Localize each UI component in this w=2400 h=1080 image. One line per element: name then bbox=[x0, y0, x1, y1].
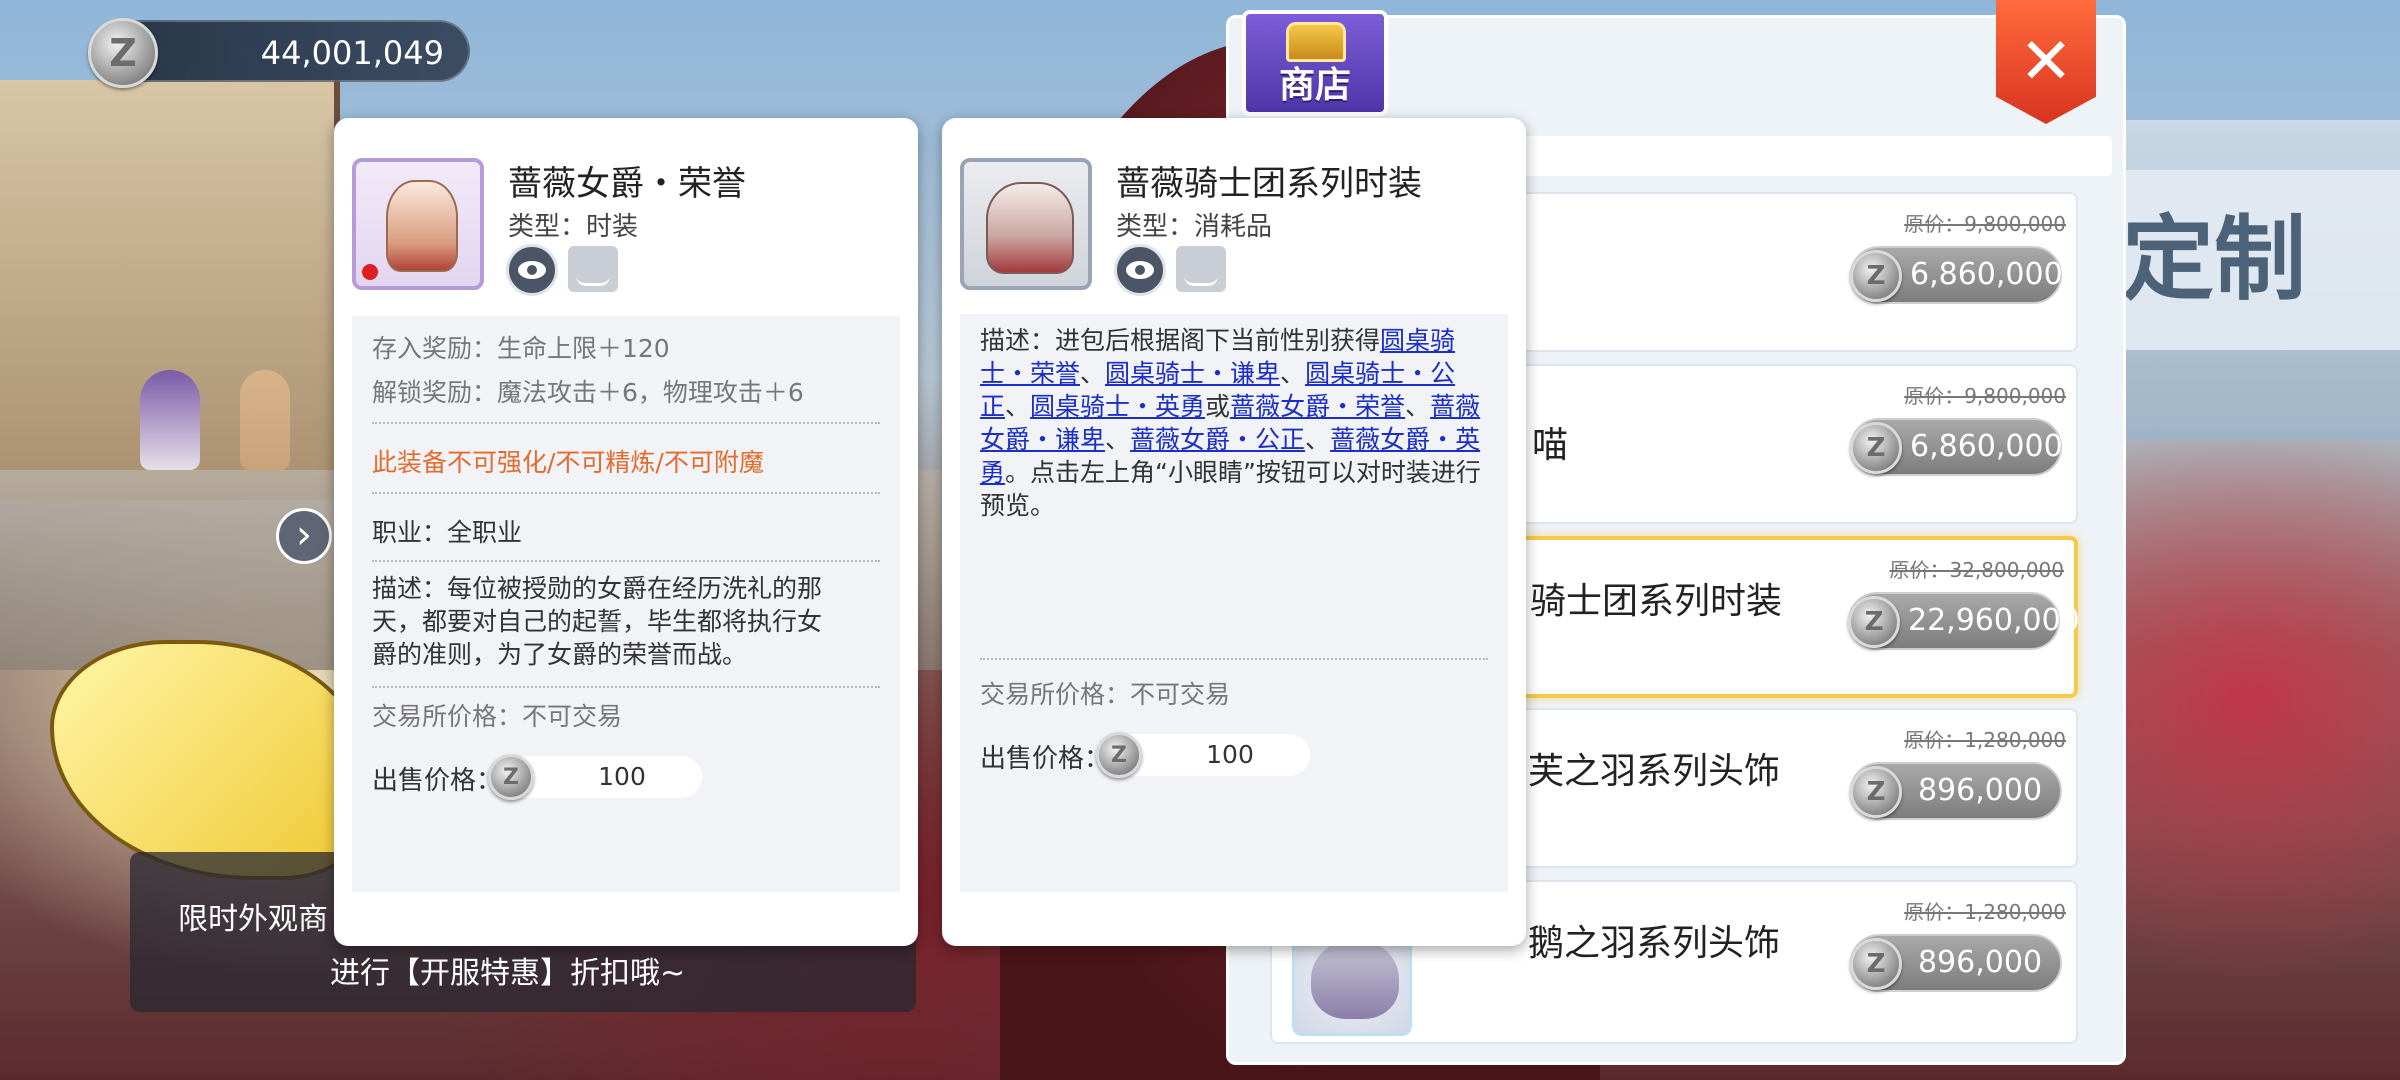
event-info-line2: 进行【开服特惠】折扣哦~ bbox=[330, 956, 686, 991]
item-icon bbox=[352, 158, 484, 290]
preview-eye-icon[interactable] bbox=[506, 244, 558, 296]
separator: 、 bbox=[1105, 425, 1131, 454]
item-icon bbox=[960, 158, 1092, 290]
armor-icon bbox=[986, 182, 1074, 274]
zeny-coin-icon bbox=[1850, 250, 1902, 302]
zeny-coin-icon bbox=[88, 18, 158, 88]
description-line: 爵的准则，为了女爵的荣誉而战。 bbox=[372, 640, 748, 669]
npc-character-2 bbox=[240, 370, 290, 470]
restriction-warning: 此装备不可强化/不可精炼/不可附魔 bbox=[372, 448, 764, 477]
trade-price: 交易所价格：不可交易 bbox=[980, 680, 1231, 709]
item-description: 描述：每位被授勋的女爵在经历洗礼的那 天，都要对自己的起誓，毕生都将执行女 爵的… bbox=[372, 572, 880, 671]
zeny-coin-icon bbox=[1850, 938, 1902, 990]
character-wing bbox=[50, 640, 370, 880]
shop-title-badge: 商店 bbox=[1242, 10, 1388, 116]
item-description: 描述：进包后根据阁下当前性别获得圆桌骑士・荣誉、圆桌骑士・谦卑、圆桌骑士・公正、… bbox=[980, 324, 1488, 522]
costume-link[interactable]: 蔷薇女爵・荣誉 bbox=[1230, 392, 1405, 421]
costume-link[interactable]: 圆桌骑士・英勇 bbox=[1030, 392, 1205, 421]
zeny-coin-icon bbox=[488, 754, 534, 800]
event-info-line1: 限时外观商 bbox=[178, 902, 328, 937]
unlock-reward: 解锁奖励：魔法攻击＋6，物理攻击＋6 bbox=[372, 378, 804, 407]
expand-arrow-button[interactable]: › bbox=[276, 508, 332, 564]
divider bbox=[372, 422, 880, 424]
separator: 、 bbox=[1305, 425, 1331, 454]
description-text: 。点击左上角“小眼睛”按钮可以对时装进行预览。 bbox=[980, 458, 1481, 520]
shop-item-name: 骑士团系列时装 bbox=[1530, 581, 1783, 622]
background-building-left bbox=[0, 80, 340, 500]
deposit-reward: 存入奖励：生命上限＋120 bbox=[372, 334, 670, 363]
item-type: 类型：消耗品 bbox=[1116, 212, 1273, 242]
item-type: 类型：时装 bbox=[508, 212, 639, 242]
zeny-coin-icon bbox=[1848, 596, 1900, 648]
shop-item-price-button[interactable]: 6,860,000 bbox=[1850, 418, 2063, 476]
shop-item-price-button[interactable]: 896,000 bbox=[1850, 934, 2062, 992]
shop-item-price: 22,960,000 bbox=[1908, 603, 2080, 638]
shop-item-original-price: 原价：1,280,000 bbox=[1904, 728, 2066, 752]
shop-item-original-price: 原价：1,280,000 bbox=[1904, 900, 2066, 924]
separator: 、 bbox=[1005, 392, 1031, 421]
divider bbox=[372, 686, 880, 688]
zeny-balance: 44,001,049 bbox=[88, 18, 470, 88]
shop-item-name: 芙之羽系列头饰 bbox=[1528, 751, 1781, 792]
item-title: 蔷薇女爵・荣誉 bbox=[508, 164, 746, 204]
preview-eye-icon[interactable] bbox=[1114, 244, 1166, 296]
zeny-amount: 44,001,049 bbox=[260, 34, 444, 72]
sell-price-label: 出售价格： bbox=[372, 766, 503, 796]
shop-item-name: 鹅之羽系列头饰 bbox=[1528, 923, 1781, 964]
separator: 或 bbox=[1205, 392, 1231, 421]
separator: 、 bbox=[1280, 359, 1306, 388]
shop-item-original-price: 原价：9,800,000 bbox=[1904, 384, 2066, 408]
zeny-coin-icon bbox=[1850, 422, 1902, 474]
item-job: 职业：全职业 bbox=[372, 518, 523, 547]
sell-price-value: 100 bbox=[1206, 740, 1254, 769]
costume-link[interactable]: 蔷薇女爵・公正 bbox=[1130, 425, 1305, 454]
shop-item-price: 896,000 bbox=[1917, 773, 2043, 808]
sell-price-label: 出售价格： bbox=[980, 744, 1111, 774]
item-details: 描述：进包后根据阁下当前性别获得圆桌骑士・荣誉、圆桌骑士・谦卑、圆桌骑士・公正、… bbox=[960, 314, 1508, 892]
chat-share-icon[interactable] bbox=[1176, 246, 1226, 292]
item-title: 蔷薇骑士团系列时装 bbox=[1116, 164, 1422, 204]
item-tooltip-rose-duchess: 蔷薇女爵・荣誉 类型：时装 存入奖励：生命上限＋120 解锁奖励：魔法攻击＋6，… bbox=[334, 118, 918, 946]
divider bbox=[980, 658, 1488, 660]
shop-item-price-button[interactable]: 6,860,000 bbox=[1850, 246, 2063, 304]
shop-item-price: 6,860,000 bbox=[1910, 257, 2063, 292]
sell-price-value: 100 bbox=[598, 762, 646, 791]
divider bbox=[372, 560, 880, 562]
sell-price: 100 bbox=[488, 754, 702, 800]
shop-item-price: 896,000 bbox=[1917, 945, 2043, 980]
divider bbox=[372, 492, 880, 494]
shop-item-original-price: 原价：32,800,000 bbox=[1889, 558, 2064, 582]
description-text: 描述：进包后根据阁下当前性别获得 bbox=[980, 326, 1381, 355]
item-tooltip-rose-knights-set: 蔷薇骑士团系列时装 类型：消耗品 描述：进包后根据阁下当前性别获得圆桌骑士・荣誉… bbox=[942, 118, 1526, 946]
separator: 、 bbox=[1080, 359, 1106, 388]
chat-share-icon[interactable] bbox=[568, 246, 618, 292]
shop-item-name: 喵 bbox=[1532, 425, 1569, 466]
zeny-coin-icon bbox=[1850, 766, 1902, 818]
sell-price: 100 bbox=[1096, 732, 1310, 778]
shop-item-price: 6,860,000 bbox=[1910, 429, 2063, 464]
shop-item-original-price: 原价：9,800,000 bbox=[1904, 212, 2066, 236]
costume-link[interactable]: 圆桌骑士・谦卑 bbox=[1105, 359, 1280, 388]
item-details: 存入奖励：生命上限＋120 解锁奖励：魔法攻击＋6，物理攻击＋6 此装备不可强化… bbox=[352, 316, 900, 892]
trade-price: 交易所价格：不可交易 bbox=[372, 702, 623, 731]
shop-item-price-button[interactable]: 22,960,000 bbox=[1848, 592, 2080, 650]
zeny-coin-icon bbox=[1096, 732, 1142, 778]
description-line: 描述：每位被授勋的女爵在经历洗礼的那 bbox=[372, 574, 823, 603]
shop-title: 商店 bbox=[1278, 65, 1351, 106]
separator: 、 bbox=[1405, 392, 1431, 421]
npc-character bbox=[140, 370, 200, 470]
quality-dot-icon bbox=[362, 264, 378, 280]
shop-item-price-button[interactable]: 896,000 bbox=[1850, 762, 2062, 820]
description-line: 天，都要对自己的起誓，毕生都将执行女 bbox=[372, 607, 823, 636]
armor-icon bbox=[386, 180, 458, 272]
